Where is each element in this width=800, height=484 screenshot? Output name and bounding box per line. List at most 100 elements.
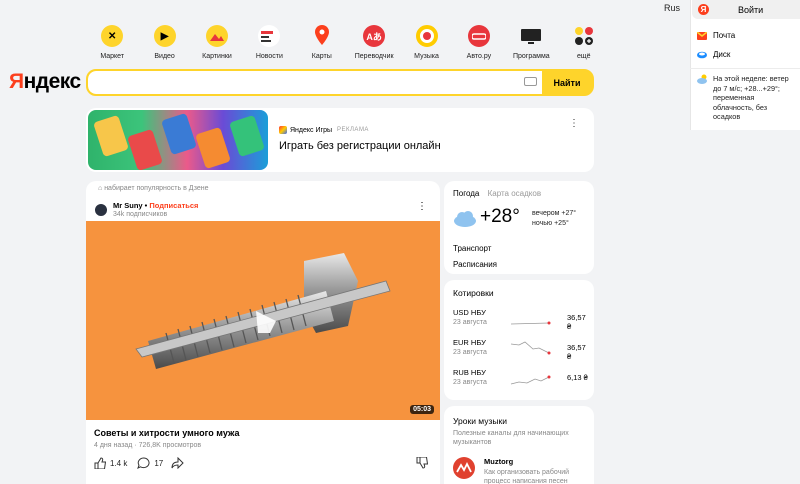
post-meta: 4 дня назад · 726,8K просмотров bbox=[94, 442, 202, 449]
service-more[interactable]: ещё bbox=[558, 25, 610, 60]
auto-icon bbox=[467, 25, 490, 47]
news-icon bbox=[258, 25, 281, 47]
feed-source: ⌂ набирает популярность в Дзене bbox=[98, 185, 209, 192]
subscribe-button[interactable]: Подписаться bbox=[149, 201, 198, 210]
service-auto[interactable]: Авто.ру bbox=[453, 25, 505, 60]
tab-weather[interactable]: Погода bbox=[453, 189, 479, 198]
language-switch[interactable]: Rus bbox=[664, 3, 680, 13]
rates-widget: Котировки USD НБУ 23 августа 36,57 ₴ EUR… bbox=[444, 280, 594, 400]
feed-card: ⌂ набирает популярность в Дзене Mr Suny … bbox=[86, 181, 440, 484]
logo-letter: Я bbox=[9, 70, 24, 93]
video-thumbnail bbox=[135, 253, 391, 369]
ad-image bbox=[88, 110, 268, 170]
channel-avatar bbox=[453, 457, 475, 479]
schedules-link[interactable]: Расписания bbox=[453, 260, 497, 269]
weather-forecast-text: На этой неделе: ветер до 7 м/с; +28...+2… bbox=[713, 74, 789, 121]
service-label: Карты bbox=[311, 53, 332, 60]
rate-sparkline bbox=[510, 341, 551, 355]
search-bar: Найти bbox=[86, 69, 594, 96]
rate-sparkline bbox=[510, 375, 551, 385]
service-translate[interactable]: Aあ Переводчик bbox=[348, 25, 400, 60]
service-label: ещё bbox=[576, 53, 591, 60]
service-tv[interactable]: Программа bbox=[505, 25, 557, 60]
dislike-icon[interactable] bbox=[416, 457, 428, 469]
subscriber-count: 34k подписчиков bbox=[113, 211, 168, 218]
rate-value: 6,13 ₴ bbox=[567, 373, 588, 382]
services-row: ✕ Маркет ▶ Видео Картинки Новости Карты … bbox=[86, 25, 610, 60]
mail-label: Почта bbox=[713, 31, 736, 40]
music-lessons-widget: Уроки музыки Полезные каналы для начинаю… bbox=[444, 406, 594, 484]
disk-label: Диск bbox=[713, 50, 731, 59]
comment-count: 17 bbox=[154, 458, 164, 468]
service-images[interactable]: Картинки bbox=[191, 25, 243, 60]
forecast: вечером +27° ночью +25° bbox=[532, 209, 576, 229]
lessons-title[interactable]: Уроки музыки bbox=[453, 416, 507, 426]
post-title[interactable]: Советы и хитрости умного мужа bbox=[94, 428, 239, 438]
ad-brand: Яндекс Игры РЕКЛАМА bbox=[279, 126, 369, 134]
service-label: Маркет bbox=[100, 53, 125, 60]
author-name: Mr Suny bbox=[113, 201, 143, 210]
rate-value: 36,57 ₴ bbox=[567, 343, 586, 361]
comment-icon[interactable] bbox=[137, 457, 150, 469]
avatar bbox=[94, 202, 108, 217]
service-video[interactable]: ▶ Видео bbox=[138, 25, 190, 60]
service-label: Музыка bbox=[414, 53, 439, 60]
disk-icon bbox=[697, 51, 707, 58]
video-duration: 05:03 bbox=[410, 405, 434, 414]
more-options-icon[interactable]: ⋮ bbox=[569, 118, 579, 129]
like-icon[interactable] bbox=[94, 457, 106, 469]
market-icon: ✕ bbox=[101, 25, 124, 47]
service-label: Картинки bbox=[202, 53, 232, 60]
yandex-logo[interactable]: Яндекс bbox=[9, 70, 81, 94]
cloud-icon bbox=[454, 211, 476, 227]
mail-icon bbox=[697, 31, 707, 40]
tv-icon bbox=[520, 25, 542, 47]
disk-link[interactable]: Диск bbox=[697, 50, 730, 59]
maps-icon bbox=[311, 25, 333, 47]
transport-link[interactable]: Транспорт bbox=[453, 244, 491, 253]
rate-sparkline bbox=[510, 321, 551, 325]
video-player[interactable]: 05:03 bbox=[86, 221, 440, 420]
yandex-icon: Я bbox=[698, 4, 709, 15]
more-icon bbox=[573, 25, 595, 47]
rate-row[interactable]: USD НБУ 23 августа 36,57 ₴ bbox=[453, 308, 588, 331]
rate-row[interactable]: EUR НБУ 23 августа 36,57 ₴ bbox=[453, 338, 588, 361]
service-news[interactable]: Новости bbox=[243, 25, 295, 60]
rate-value: 36,57 ₴ bbox=[567, 313, 586, 331]
lessons-description: Полезные каналы для начинающих музыканто… bbox=[453, 430, 569, 446]
login-button[interactable]: Я Войти bbox=[692, 0, 800, 19]
service-market[interactable]: ✕ Маркет bbox=[86, 25, 138, 60]
ad-banner[interactable]: Яндекс Игры РЕКЛАМА Играть без регистрац… bbox=[86, 108, 594, 172]
logo-rest: ндекс bbox=[23, 70, 82, 93]
more-options-icon[interactable]: ⋮ bbox=[417, 201, 427, 212]
channel-post-text[interactable]: Как организовать рабочий процесс написан… bbox=[484, 468, 584, 484]
tab-precipitation-map[interactable]: Карта осадков bbox=[488, 189, 541, 198]
service-maps[interactable]: Карты bbox=[296, 25, 348, 60]
post-actions: 1.4 k 17 bbox=[94, 457, 184, 469]
login-label: Войти bbox=[738, 4, 764, 15]
service-label: Авто.ру bbox=[466, 53, 492, 60]
search-input[interactable] bbox=[88, 71, 542, 94]
service-music[interactable]: Музыка bbox=[400, 25, 452, 60]
keyboard-icon[interactable] bbox=[524, 77, 537, 86]
rate-row[interactable]: RUB НБУ 23 августа 6,13 ₴ bbox=[453, 368, 588, 386]
service-label: Видео bbox=[154, 53, 175, 60]
rates-title[interactable]: Котировки bbox=[453, 288, 494, 298]
feed-source-text: набирает популярность в Дзене bbox=[104, 185, 209, 192]
service-label: Программа bbox=[512, 53, 550, 60]
ad-brand-label: Яндекс Игры bbox=[290, 126, 332, 134]
search-button[interactable]: Найти bbox=[542, 71, 592, 94]
share-icon[interactable] bbox=[171, 457, 184, 469]
service-label: Новости bbox=[255, 53, 283, 60]
evening-temp: вечером +27° bbox=[532, 210, 577, 217]
author-block[interactable]: Mr Suny • Подписаться 34k подписчиков bbox=[94, 201, 198, 218]
ad-tag: РЕКЛАМА bbox=[337, 127, 369, 133]
images-icon bbox=[205, 25, 228, 47]
current-temperature[interactable]: +28° bbox=[480, 206, 520, 228]
mail-link[interactable]: Почта bbox=[697, 31, 735, 40]
translate-icon: Aあ bbox=[363, 25, 386, 47]
channel-name[interactable]: Muztorg bbox=[484, 457, 513, 466]
cloud-sun-icon bbox=[697, 74, 707, 84]
music-icon bbox=[415, 25, 438, 47]
weather-forecast[interactable]: На этой неделе: ветер до 7 м/с; +28...+2… bbox=[697, 74, 795, 122]
